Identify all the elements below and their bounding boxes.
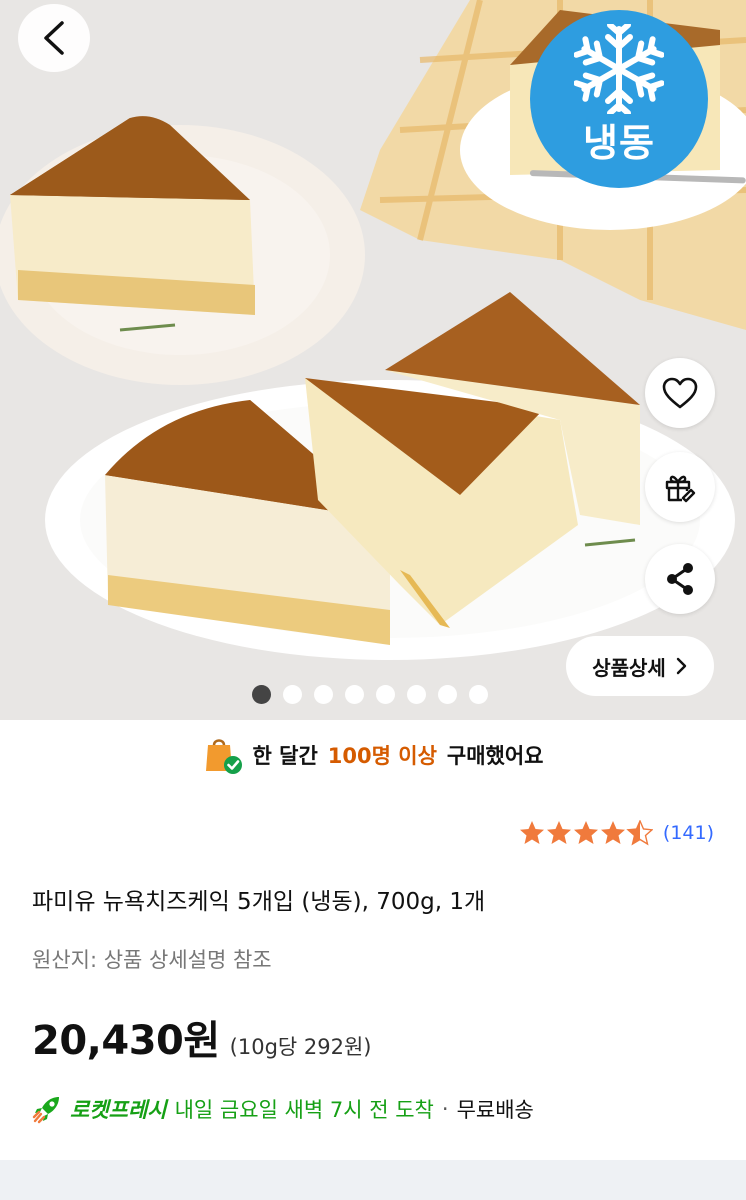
gift-button[interactable] [645,452,715,522]
purchase-prefix: 한 달간 [252,744,318,768]
delivery-info: 로켓프레시 내일 금요일 새벽 7시 전 도착 · 무료배송 [32,1094,534,1124]
product-detail-button[interactable]: 상품상세 [566,636,714,696]
star-icon [519,821,544,844]
chevron-right-icon [676,657,686,675]
carousel-indicator [252,685,488,704]
star-rating [519,820,653,845]
share-icon [667,563,693,595]
gift-icon [665,475,696,503]
delivery-eta: 내일 금요일 새벽 7시 전 도착 [174,1098,434,1122]
carousel-dot[interactable] [314,685,333,704]
price-row: 20,430원 (10g당 292원) [32,1008,372,1066]
carousel-dot[interactable] [438,685,457,704]
product-detail-label: 상품상세 [592,655,666,680]
rocket-icon [32,1097,59,1124]
heart-icon [662,377,698,409]
review-count[interactable]: (141) [663,822,714,844]
product-image-carousel[interactable]: 냉동 상품상세 [0,0,746,720]
delivery-separator: · [441,1097,449,1121]
section-divider [0,1160,746,1200]
frozen-badge: 냉동 [530,10,708,188]
carousel-dot[interactable] [469,685,488,704]
carousel-dot[interactable] [376,685,395,704]
carousel-dot[interactable] [252,685,271,704]
shipping-fee: 무료배송 [456,1098,534,1122]
unit-price: (10g당 292원) [229,1035,372,1059]
carousel-dot[interactable] [283,685,302,704]
snowflake-icon [574,24,664,114]
wishlist-button[interactable] [645,358,715,428]
frozen-label: 냉동 [583,121,655,165]
rating-summary[interactable]: (141) [519,820,714,846]
carousel-dot[interactable] [345,685,364,704]
star-icon [546,821,571,844]
back-arrow-icon [44,21,64,55]
share-button[interactable] [645,544,715,614]
product-title: 파미유 뉴욕치즈케익 5개입 (냉동), 700g, 1개 [32,889,486,915]
product-origin: 원산지: 상품 상세설명 참조 [32,948,272,972]
back-button[interactable] [18,4,90,72]
star-icon [573,821,598,844]
carousel-dot[interactable] [407,685,426,704]
purchase-count-banner: 한 달간 100명 이상 구매했어요 [0,724,746,786]
rocket-fresh-label: 로켓프레시 [70,1098,167,1122]
product-price: 20,430원 [32,1018,220,1064]
purchase-highlight: 100명 이상 [327,744,437,768]
shopping-bag-check-icon [205,739,242,774]
star-icon [600,821,625,844]
purchase-suffix: 구매했어요 [446,744,544,768]
